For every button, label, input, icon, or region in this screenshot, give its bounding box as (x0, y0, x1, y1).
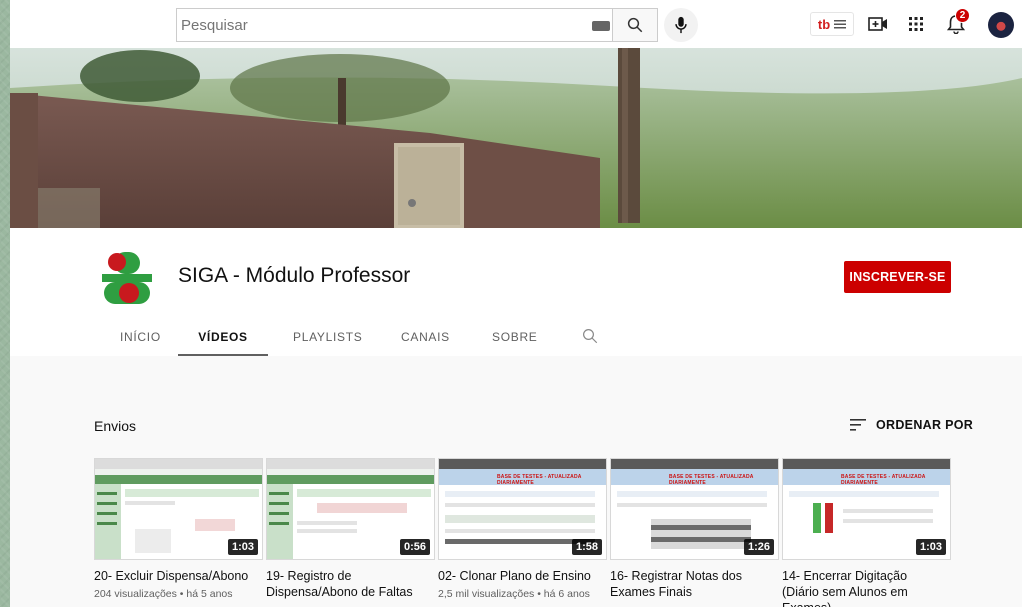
keyboard-icon[interactable] (592, 21, 610, 31)
video-title[interactable]: 16- Registrar Notas dos Exames Finais (610, 568, 779, 600)
channel-tabs: INÍCIO VÍDEOS PLAYLISTS CANAIS SOBRE (10, 318, 710, 356)
menu-icon (834, 20, 847, 29)
video-duration: 0:56 (399, 539, 430, 555)
voice-search-button[interactable] (664, 8, 698, 42)
video-meta: 204 visualizações • há 5 anos (94, 588, 233, 600)
section-title: Envios (94, 418, 137, 434)
top-bar: tb 2 (10, 0, 1022, 48)
video-title[interactable]: 14- Encerrar Digitação (Diário sem Aluno… (782, 568, 951, 607)
tab-videos[interactable]: VÍDEOS (178, 318, 268, 356)
video-thumbnail[interactable]: 1:03 (94, 458, 263, 560)
video-thumbnail[interactable]: BASE DE TESTES - ATUALIZADA DIARIAMENTE … (438, 458, 607, 560)
video-title[interactable]: 02- Clonar Plano de Ensino (438, 568, 607, 584)
video-thumbnail[interactable]: 0:56 (266, 458, 435, 560)
notifications-button[interactable]: 2 (944, 8, 970, 36)
create-video-icon (868, 17, 887, 31)
channel-logo[interactable] (96, 248, 158, 310)
video-duration: 1:03 (915, 539, 946, 555)
tab-canais[interactable]: CANAIS (401, 318, 450, 356)
mic-icon (675, 16, 687, 34)
tab-inicio[interactable]: INÍCIO (120, 318, 161, 356)
video-thumbnail[interactable]: BASE DE TESTES - ATUALIZADA DIARIAMENTE … (610, 458, 779, 560)
search-box[interactable] (176, 8, 622, 42)
thumbnail-banner-text: BASE DE TESTES - ATUALIZADA DIARIAMENTE (497, 474, 582, 486)
search-button[interactable] (612, 8, 658, 42)
channel-banner (10, 48, 1022, 228)
sort-button[interactable]: ORDENAR POR (850, 418, 973, 432)
search-icon (583, 329, 598, 344)
youtube-app: tb 2 (10, 0, 1022, 607)
create-video-button[interactable] (866, 12, 890, 36)
tb-extension-button[interactable]: tb (810, 12, 854, 36)
video-title[interactable]: 19- Registro de Dispensa/Abono de Faltas (266, 568, 435, 600)
thumbnail-banner-text: BASE DE TESTES - ATUALIZADA DIARIAMENTE (669, 474, 754, 486)
sort-icon (850, 419, 866, 431)
channel-header: SIGA - Módulo Professor INSCREVER-SE INÍ… (10, 228, 1022, 356)
apps-button[interactable] (904, 12, 928, 36)
sort-label: ORDENAR POR (876, 418, 974, 432)
video-duration: 1:03 (227, 539, 258, 555)
subscribe-button[interactable]: INSCREVER-SE (844, 261, 951, 293)
video-title[interactable]: 20- Excluir Dispensa/Abono (94, 568, 263, 584)
video-duration: 1:26 (743, 539, 774, 555)
channel-name: SIGA - Módulo Professor (178, 264, 411, 287)
video-thumbnail[interactable]: BASE DE TESTES - ATUALIZADA DIARIAMENTE … (782, 458, 951, 560)
notification-badge: 2 (955, 8, 970, 23)
avatar[interactable] (988, 12, 1014, 38)
thumbnail-banner-text: BASE DE TESTES - ATUALIZADA DIARIAMENTE (841, 474, 926, 486)
search-input[interactable] (181, 16, 561, 34)
video-card[interactable]: BASE DE TESTES - ATUALIZADA DIARIAMENTE … (782, 458, 951, 607)
video-card[interactable]: BASE DE TESTES - ATUALIZADA DIARIAMENTE … (438, 458, 607, 600)
video-duration: 1:58 (571, 539, 602, 555)
banner-photo (10, 48, 1022, 228)
apps-grid-icon (909, 17, 923, 31)
search-icon (627, 17, 643, 33)
video-meta: 2,5 mil visualizações • há 6 anos (438, 588, 590, 600)
video-card[interactable]: BASE DE TESTES - ATUALIZADA DIARIAMENTE … (610, 458, 779, 604)
video-card[interactable]: 1:03 20- Excluir Dispensa/Abono 204 visu… (94, 458, 263, 600)
tab-playlists[interactable]: PLAYLISTS (293, 318, 362, 356)
video-card[interactable]: 0:56 19- Registro de Dispensa/Abono de F… (266, 458, 435, 604)
channel-search-button[interactable] (581, 327, 599, 350)
tab-sobre[interactable]: SOBRE (492, 318, 538, 356)
tb-label: tb (817, 16, 831, 32)
